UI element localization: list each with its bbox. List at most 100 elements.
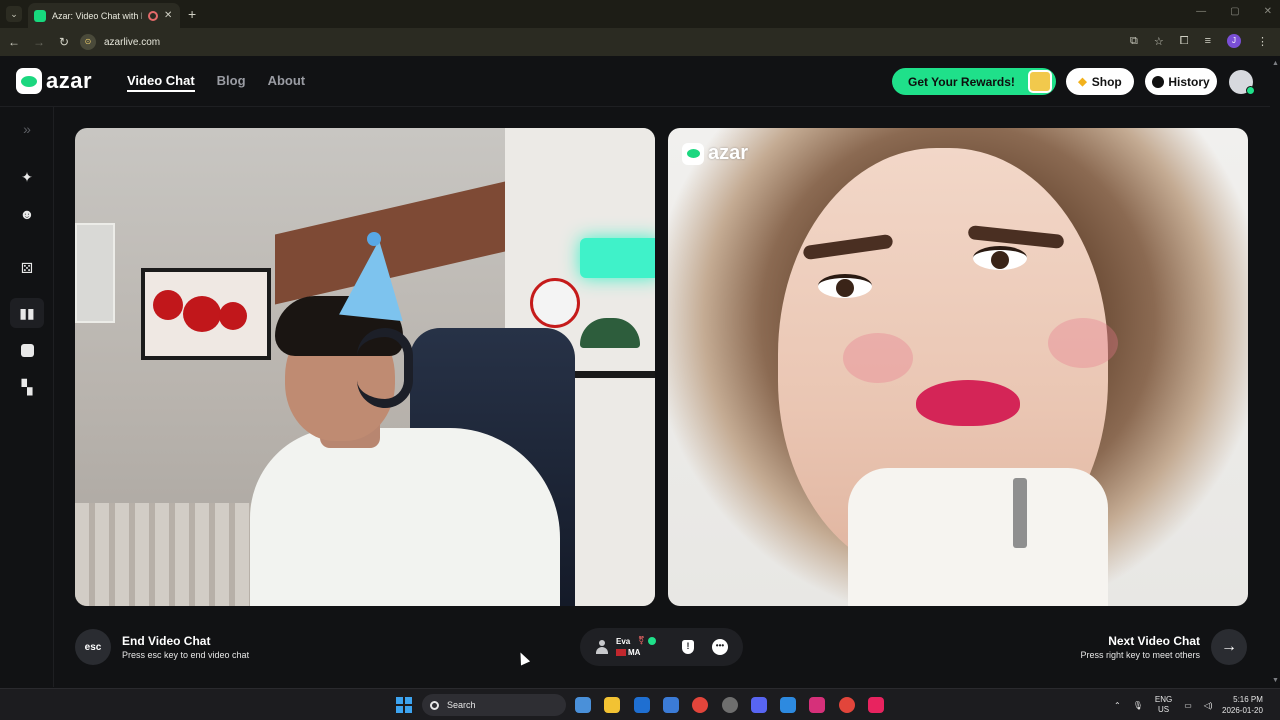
network-icon[interactable]: ▭: [1184, 701, 1192, 710]
tab-audio-icon[interactable]: [148, 10, 158, 21]
address-bar[interactable]: ⊙ azarlive.com: [80, 32, 1172, 52]
discord-app-icon[interactable]: [751, 697, 767, 713]
end-chat-button[interactable]: esc: [75, 629, 111, 665]
page-scrollbar[interactable]: [1270, 56, 1280, 688]
wall-painting: [141, 268, 271, 360]
country-flag-icon: [616, 649, 626, 656]
browser-tab-bar: ⌄ Azar: Video Chat with New ✕ + — ▢ ✕: [0, 0, 1280, 28]
reading-list-icon[interactable]: ≡: [1205, 35, 1211, 47]
person-icon: [596, 640, 608, 654]
watermark-text: azar: [708, 142, 749, 164]
next-chat-title: Next Video Chat: [1108, 634, 1200, 648]
self-video: [75, 128, 655, 606]
close-window-icon[interactable]: ✕: [1264, 6, 1272, 17]
tab-title: Azar: Video Chat with New: [52, 10, 142, 21]
video-watermark-logo: azar: [682, 142, 748, 165]
forward-icon[interactable]: →: [28, 35, 50, 49]
next-chat-hint: Press right key to meet others: [1080, 650, 1200, 660]
chrome-app-icon[interactable]: [692, 697, 708, 713]
nav-blog[interactable]: Blog: [217, 73, 246, 92]
azar-logo[interactable]: azar: [16, 68, 92, 94]
gender-icon: ⚧: [638, 636, 645, 645]
gift-icon: [1028, 70, 1052, 93]
left-toolbar: » ✦ ☻ ⚄ ▮▮ ▚: [0, 107, 54, 687]
gem-icon: ◆: [1078, 76, 1087, 88]
reload-icon[interactable]: ↻: [53, 35, 75, 49]
site-header: azar Video Chat Blog About Get Your Rewa…: [0, 56, 1280, 107]
search-icon: [430, 700, 439, 710]
system-tray: ⌃ 🎙 ENG US ▭ ◁): [1114, 695, 1213, 715]
magic-wand-icon[interactable]: ✦: [17, 167, 37, 187]
partner-info-pill: Eva ⚧ MA ! •••: [580, 628, 743, 666]
user-avatar[interactable]: [1229, 70, 1255, 95]
mouse-cursor-icon: [515, 650, 531, 666]
bookmark-star-icon[interactable]: ☆: [1154, 35, 1164, 48]
taskbar-search[interactable]: Search: [422, 694, 566, 716]
install-app-icon[interactable]: ⧉: [1130, 35, 1138, 48]
history-button[interactable]: History: [1145, 68, 1217, 95]
layout-grid-icon[interactable]: ▚: [17, 377, 37, 397]
tab-search-icon[interactable]: ⌄: [6, 6, 22, 22]
main-nav: Video Chat Blog About: [127, 73, 305, 92]
new-tab-icon[interactable]: +: [188, 6, 196, 22]
face-filter-icon[interactable]: ☻: [17, 204, 37, 224]
nav-video-chat[interactable]: Video Chat: [127, 73, 195, 92]
windows-start-icon[interactable]: [396, 697, 412, 713]
dice-icon[interactable]: ⚄: [17, 258, 37, 278]
shop-label: Shop: [1091, 74, 1122, 89]
language-indicator[interactable]: ENG US: [1155, 695, 1172, 715]
profile-avatar[interactable]: J: [1227, 34, 1241, 48]
next-chat-button[interactable]: →: [1211, 629, 1247, 665]
lang-region: US: [1157, 705, 1170, 714]
scroll-up-icon[interactable]: ▲: [1272, 60, 1279, 67]
verified-badge-icon: [648, 637, 656, 645]
scroll-down-icon[interactable]: ▼: [1272, 677, 1279, 684]
outlook-app-icon[interactable]: [634, 697, 650, 713]
site-info-icon[interactable]: ⊙: [80, 34, 96, 50]
store-app-icon[interactable]: [663, 697, 679, 713]
instagram-app-icon[interactable]: [809, 697, 825, 713]
arrow-right-icon: →: [1221, 638, 1237, 655]
rewards-label: Get Your Rewards!: [908, 74, 1015, 89]
partner-country: MA: [628, 648, 641, 657]
maximize-icon[interactable]: ▢: [1230, 6, 1239, 17]
tray-overflow-icon[interactable]: ⌃: [1114, 701, 1121, 710]
widgets-app-icon[interactable]: [575, 697, 591, 713]
azar-logo-icon: [16, 68, 42, 94]
chat-bubble-icon[interactable]: •••: [712, 639, 728, 655]
tab-close-icon[interactable]: ✕: [164, 10, 172, 21]
azar-watermark-icon: [682, 142, 704, 165]
online-badge-icon: [1246, 86, 1255, 95]
report-shield-icon[interactable]: !: [682, 640, 694, 654]
extensions-icon[interactable]: ⧠: [1180, 35, 1189, 48]
layout-stacked-icon[interactable]: [17, 340, 37, 360]
nav-about[interactable]: About: [268, 73, 306, 92]
clock-time: 5:16 PM: [1233, 695, 1263, 704]
file-explorer-icon[interactable]: [604, 697, 620, 713]
window-controls: — ▢ ✕: [1196, 6, 1272, 17]
chrome-active-app-icon[interactable]: [839, 697, 855, 713]
browser-menu-icon[interactable]: ⋮: [1257, 35, 1268, 48]
github-app-icon[interactable]: [722, 697, 738, 713]
azar-favicon-icon: [34, 9, 46, 22]
expand-sidebar-icon[interactable]: »: [17, 119, 37, 139]
microphone-icon[interactable]: 🎙: [1133, 701, 1143, 710]
shop-button[interactable]: ◆ Shop: [1066, 68, 1134, 95]
clock-date: 2026-01-20: [1222, 706, 1263, 715]
end-chat-hint: Press esc key to end video chat: [122, 650, 250, 660]
back-icon[interactable]: ←: [3, 35, 25, 49]
history-label: History: [1168, 74, 1210, 89]
volume-icon[interactable]: ◁): [1204, 701, 1213, 710]
lang-code: ENG: [1154, 695, 1173, 704]
messenger-app-icon[interactable]: [780, 697, 796, 713]
url-text[interactable]: azarlive.com: [104, 37, 160, 48]
partner-video: azar: [668, 128, 1248, 606]
minimize-icon[interactable]: —: [1196, 6, 1206, 17]
windows-taskbar: Search ⌃ 🎙 ENG US ▭ ◁) 5:16 PM 2026-01-2…: [0, 688, 1280, 720]
layout-side-by-side-icon[interactable]: ▮▮: [10, 298, 44, 328]
rewards-button[interactable]: Get Your Rewards!: [892, 68, 1056, 95]
taskbar-clock[interactable]: 5:16 PM 2026-01-20: [1222, 694, 1263, 716]
tiktok-app-icon[interactable]: [868, 697, 884, 713]
partner-name: Eva: [616, 637, 631, 646]
browser-tab[interactable]: Azar: Video Chat with New ✕: [28, 3, 180, 28]
